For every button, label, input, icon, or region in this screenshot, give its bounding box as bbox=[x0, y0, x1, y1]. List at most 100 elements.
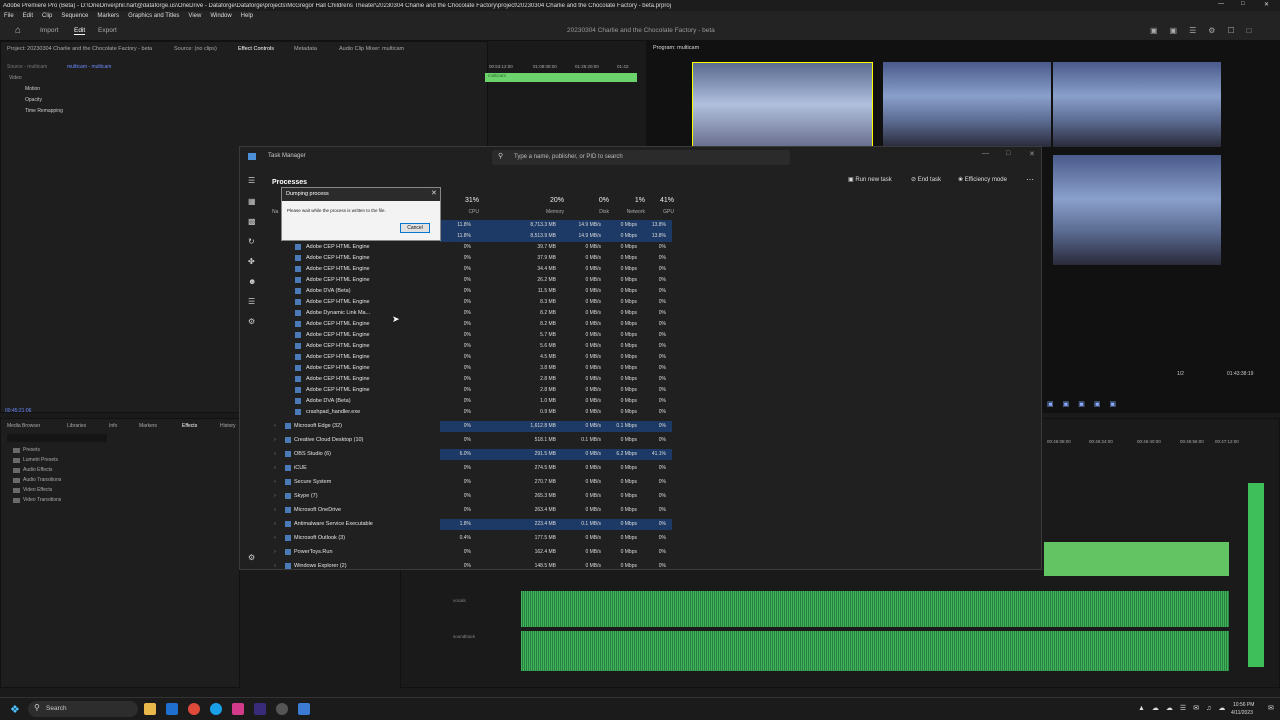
services-icon[interactable]: ⚙ bbox=[248, 317, 255, 326]
column-label[interactable]: GPU bbox=[644, 209, 674, 215]
effect-time-remapping[interactable]: Time Remapping bbox=[25, 108, 63, 114]
clip-bar[interactable]: multicam bbox=[485, 73, 637, 82]
more-options-icon[interactable]: ⋯ bbox=[1026, 175, 1034, 184]
chevron-right-icon[interactable]: › bbox=[274, 451, 276, 457]
dialog-close-icon[interactable]: ✕ bbox=[431, 189, 437, 197]
camera-view-3[interactable] bbox=[1053, 62, 1221, 147]
effects-folder[interactable]: Video Transitions bbox=[9, 497, 229, 507]
settings-icon[interactable]: ⚙ bbox=[248, 553, 255, 562]
chevron-right-icon[interactable]: › bbox=[274, 521, 276, 527]
efficiency-mode-button[interactable]: ❀ Efficiency mode bbox=[958, 176, 1007, 183]
effects-folder[interactable]: Audio Transitions bbox=[9, 477, 229, 487]
name-column-header[interactable]: Na bbox=[272, 209, 278, 215]
chevron-right-icon[interactable]: › bbox=[274, 437, 276, 443]
tab-export[interactable]: Export bbox=[98, 27, 117, 34]
effects-search-input[interactable] bbox=[7, 434, 107, 442]
menu-sequence[interactable]: Sequence bbox=[61, 13, 88, 19]
menu-markers[interactable]: Markers bbox=[97, 13, 119, 19]
maximize-icon[interactable]: □ bbox=[1006, 150, 1010, 157]
effects-folder[interactable]: Presets bbox=[9, 447, 229, 457]
obs-icon[interactable] bbox=[276, 703, 288, 715]
menu-file[interactable]: File bbox=[4, 13, 14, 19]
camera-view-1[interactable] bbox=[692, 62, 873, 147]
column-label[interactable]: Network bbox=[615, 209, 645, 215]
column-label[interactable]: CPU bbox=[449, 209, 479, 215]
column-pct[interactable]: 1% bbox=[625, 197, 645, 204]
column-pct[interactable]: 41% bbox=[654, 197, 674, 204]
effects-folder[interactable]: Audio Effects bbox=[9, 467, 229, 477]
run-new-task-button[interactable]: ▣ Run new task bbox=[848, 176, 892, 183]
menu-clip[interactable]: Clip bbox=[42, 13, 52, 19]
camera-view-2[interactable] bbox=[883, 62, 1051, 147]
sequence-link[interactable]: multicam - multicam bbox=[67, 64, 111, 70]
startup-icon[interactable]: ✤ bbox=[248, 257, 255, 266]
effects-folder[interactable]: Lumetri Presets bbox=[9, 457, 229, 467]
chevron-right-icon[interactable]: › bbox=[274, 563, 276, 569]
menu-help[interactable]: Help bbox=[241, 13, 253, 19]
outlook-icon[interactable] bbox=[166, 703, 178, 715]
file-explorer-icon[interactable] bbox=[144, 703, 156, 715]
task-manager-taskbar-icon[interactable] bbox=[298, 703, 310, 715]
chevron-right-icon[interactable]: › bbox=[274, 535, 276, 541]
maximize-icon[interactable]: □ bbox=[1241, 1, 1245, 7]
history-icon[interactable]: ↻ bbox=[248, 237, 255, 246]
minimize-icon[interactable]: — bbox=[982, 150, 989, 157]
chevron-right-icon[interactable]: › bbox=[274, 493, 276, 499]
chevron-right-icon[interactable]: › bbox=[274, 479, 276, 485]
chevron-right-icon[interactable]: › bbox=[274, 549, 276, 555]
close-icon[interactable]: ✕ bbox=[1264, 1, 1269, 8]
minimize-icon[interactable]: — bbox=[1218, 1, 1224, 7]
effect-motion[interactable]: Motion bbox=[25, 86, 40, 92]
home-icon[interactable]: ⌂ bbox=[15, 25, 21, 36]
tab-history[interactable]: History bbox=[220, 423, 236, 429]
premiere-icon[interactable] bbox=[254, 703, 266, 715]
tab-project[interactable]: Project: 20230304 Charlie and the Chocol… bbox=[7, 46, 152, 52]
effect-opacity[interactable]: Opacity bbox=[25, 97, 42, 103]
column-pct[interactable]: 0% bbox=[589, 197, 609, 204]
tray-icons[interactable]: ▲☁☁☰✉♫☁ bbox=[1138, 704, 1232, 712]
taskbar-search[interactable]: ⚲ Search bbox=[28, 701, 138, 717]
end-task-button[interactable]: ⊘ End task bbox=[911, 176, 941, 183]
tab-info[interactable]: Info bbox=[109, 423, 117, 429]
process-search-input[interactable]: ⚲ Type a name, publisher, or PID to sear… bbox=[492, 150, 790, 165]
audio-track-vocals[interactable] bbox=[521, 591, 1229, 627]
tab-source[interactable]: Source: (no clips) bbox=[174, 46, 217, 52]
column-pct[interactable]: 20% bbox=[544, 197, 564, 204]
program-controls[interactable]: ▣▣▣▣▣ bbox=[1047, 400, 1137, 409]
users-icon[interactable]: ☻ bbox=[248, 277, 256, 286]
tab-metadata[interactable]: Metadata bbox=[294, 46, 317, 52]
camera-view-4[interactable] bbox=[1053, 155, 1221, 265]
performance-icon[interactable]: ▩ bbox=[248, 217, 256, 226]
menu-edit[interactable]: Edit bbox=[23, 13, 33, 19]
column-label[interactable]: Disk bbox=[579, 209, 609, 215]
chevron-right-icon[interactable]: › bbox=[274, 423, 276, 429]
chevron-right-icon[interactable]: › bbox=[274, 465, 276, 471]
dialog-cancel-button[interactable]: Cancel bbox=[400, 223, 430, 233]
video-clip[interactable] bbox=[1044, 542, 1229, 576]
chevron-right-icon[interactable]: › bbox=[274, 507, 276, 513]
close-icon[interactable]: ✕ bbox=[1029, 150, 1035, 158]
notification-icon[interactable]: ✉ bbox=[1268, 704, 1274, 712]
effects-folder[interactable]: Video Effects bbox=[9, 487, 229, 497]
tab-markers[interactable]: Markers bbox=[139, 423, 157, 429]
processes-icon[interactable]: ▦ bbox=[248, 197, 256, 206]
menu-window[interactable]: Window bbox=[210, 13, 231, 19]
tab-audio-mixer[interactable]: Audio Clip Mixer: multicam bbox=[339, 46, 404, 52]
tab-effect-controls[interactable]: Effect Controls bbox=[238, 46, 274, 52]
start-icon[interactable]: ❖ bbox=[10, 703, 20, 716]
tab-edit[interactable]: Edit bbox=[74, 27, 86, 35]
tab-media-browser[interactable]: Media Browser bbox=[7, 423, 40, 429]
workspace-icons[interactable]: ▣▣☰⚙☐□ bbox=[1150, 26, 1263, 35]
menu-graphics-and-titles[interactable]: Graphics and Titles bbox=[128, 13, 179, 19]
audio-track-soundtrack[interactable] bbox=[521, 631, 1229, 671]
chrome-icon[interactable] bbox=[188, 703, 200, 715]
creative-cloud-icon[interactable] bbox=[232, 703, 244, 715]
menu-icon[interactable]: ☰ bbox=[248, 176, 255, 185]
tab-libraries[interactable]: Libraries bbox=[67, 423, 86, 429]
skype-icon[interactable] bbox=[210, 703, 222, 715]
column-pct[interactable]: 31% bbox=[459, 197, 479, 204]
column-label[interactable]: Memory bbox=[534, 209, 564, 215]
menu-view[interactable]: View bbox=[188, 13, 201, 19]
tab-import[interactable]: Import bbox=[40, 27, 58, 34]
tab-effects[interactable]: Effects bbox=[182, 423, 197, 429]
